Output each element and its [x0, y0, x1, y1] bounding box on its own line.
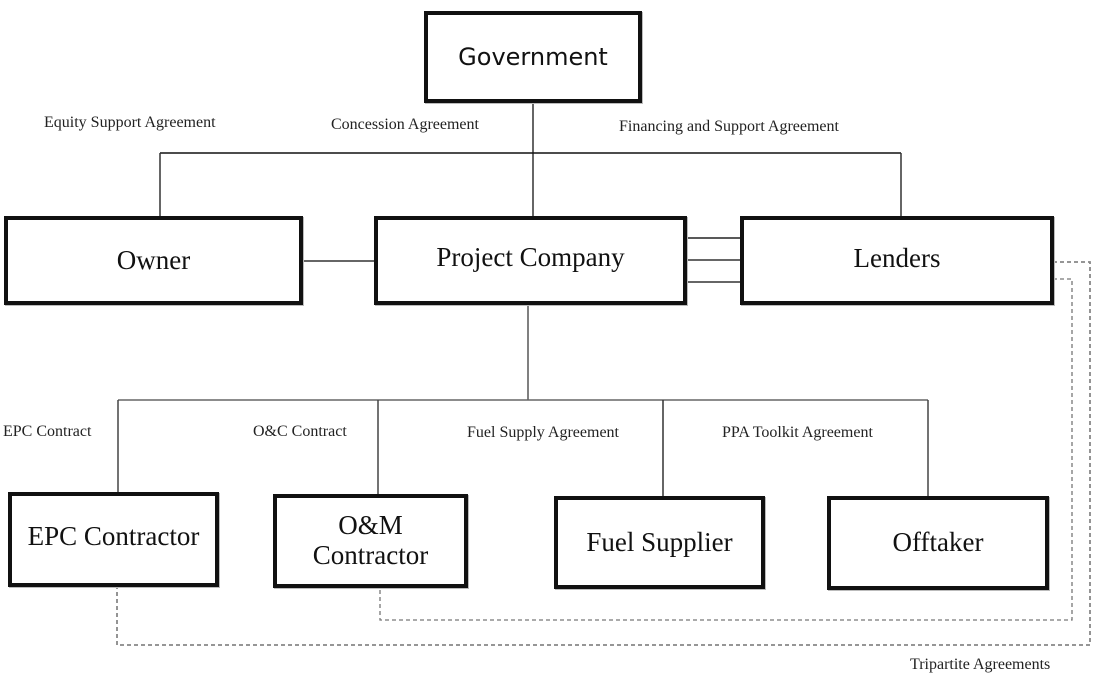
node-epc-contractor: EPC Contractor: [8, 492, 219, 587]
node-owner: Owner: [4, 216, 303, 305]
project-finance-structure-diagram: Government Owner Project Company Lenders…: [0, 0, 1098, 686]
node-fuel-supplier: Fuel Supplier: [554, 496, 765, 589]
node-project-company-label: Project Company: [436, 241, 625, 272]
label-financing-support-agreement: Financing and Support Agreement: [619, 118, 839, 135]
node-offtaker: Offtaker: [827, 496, 1049, 590]
node-government: Government: [424, 11, 642, 103]
label-tripartite-agreements: Tripartite Agreements: [910, 656, 1051, 673]
node-om-contractor: O&M Contractor: [273, 494, 468, 588]
node-om-contractor-label-line2: Contractor: [312, 540, 429, 570]
label-epc-contract: EPC Contract: [3, 423, 92, 440]
node-epc-contractor-label: EPC Contractor: [27, 520, 200, 551]
node-lenders: Lenders: [740, 216, 1054, 305]
node-lenders-label: Lenders: [853, 242, 941, 273]
node-offtaker-label: Offtaker: [892, 527, 984, 558]
node-government-label: Government: [458, 42, 608, 71]
node-project-company: Project Company: [374, 216, 687, 305]
node-fuel-supplier-label: Fuel Supplier: [586, 526, 733, 557]
node-owner-label: Owner: [116, 244, 191, 275]
label-concession-agreement: Concession Agreement: [331, 116, 479, 133]
label-om-contract: O&C Contract: [253, 423, 347, 440]
label-fuel-supply-agreement: Fuel Supply Agreement: [467, 424, 619, 441]
label-equity-support-agreement: Equity Support Agreement: [44, 114, 216, 131]
label-ppa-toolkit-agreement: PPA Toolkit Agreement: [722, 424, 873, 441]
node-om-contractor-label-line1: O&M: [338, 510, 403, 541]
